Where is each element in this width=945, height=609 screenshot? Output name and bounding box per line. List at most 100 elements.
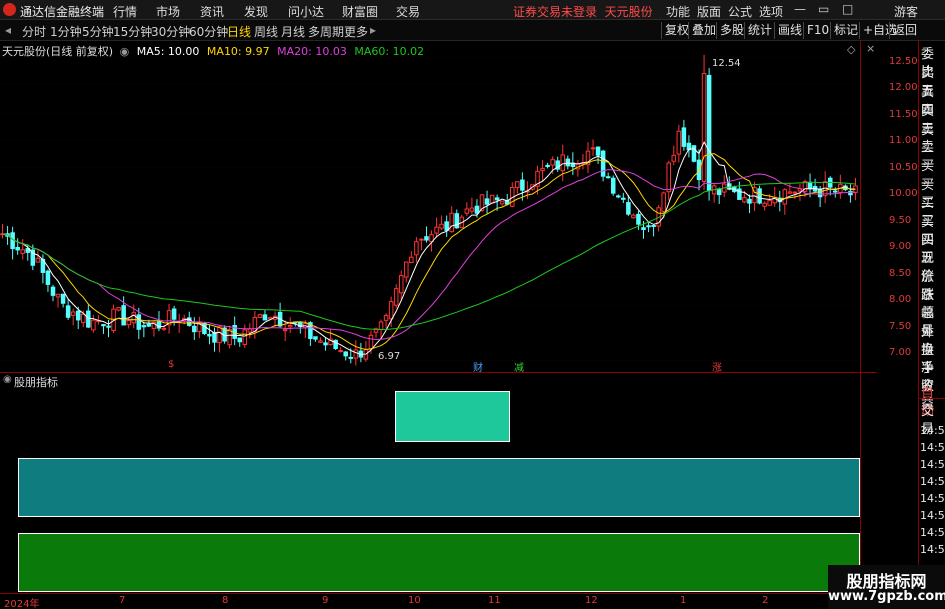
candle-body <box>520 179 525 191</box>
stats-button[interactable]: 统计 <box>744 22 775 39</box>
candle-body <box>676 130 682 155</box>
candle-body <box>126 320 131 326</box>
tab-period-60min[interactable]: 60分钟 <box>189 23 228 40</box>
candle-body <box>767 200 772 206</box>
back-button[interactable]: 返回 <box>889 22 920 39</box>
candle-body <box>409 256 414 264</box>
more-arrow-icon[interactable]: ▸ <box>370 23 376 37</box>
price-axis: 12.50 12.00 11.50 11.00 10.50 10.00 9.50… <box>860 41 918 371</box>
candle-body <box>237 337 243 343</box>
multi-stock-button[interactable]: 多股 <box>716 22 747 39</box>
candle-body <box>388 301 394 320</box>
candle-body <box>474 205 480 214</box>
maximize-icon[interactable]: □ <box>842 2 853 16</box>
candle-body <box>368 334 374 350</box>
tab-period-month[interactable]: 月线 <box>281 23 305 40</box>
xtick: 2 <box>762 595 769 606</box>
quote-info-panel: 委比 卖五 卖四 卖三 卖二 卖一 买一 买二 买三 买四 买五 现价 涨跌 涨… <box>918 41 945 609</box>
tab-period-day[interactable]: 日线 <box>227 23 251 40</box>
menu-quotes[interactable]: 行情 <box>113 3 137 20</box>
candle-body <box>444 221 449 231</box>
menu-wealth[interactable]: 财富圈 <box>342 3 378 20</box>
candle-body <box>414 241 419 256</box>
restore-icon[interactable]: ▭ <box>818 2 829 16</box>
ma60-line <box>2 181 856 330</box>
candle-body <box>398 275 404 294</box>
tab-period-week[interactable]: 周线 <box>254 23 278 40</box>
ytick: 10.50 <box>889 162 918 173</box>
tab-period-1min[interactable]: 1分钟 <box>50 23 82 40</box>
menu-layout[interactable]: 版面 <box>697 3 721 20</box>
xtick: 8 <box>222 595 229 606</box>
menu-options[interactable]: 选项 <box>759 3 783 20</box>
xtick: 2024年 <box>4 599 40 609</box>
draw-button[interactable]: 画线 <box>774 22 805 39</box>
candle-body <box>136 314 142 330</box>
f10-button[interactable]: F10 <box>803 22 832 39</box>
trade-time: 14:56 <box>920 475 945 488</box>
candle-body <box>691 145 697 162</box>
candle-body <box>550 159 555 166</box>
candle-body <box>101 324 106 327</box>
candle-body <box>393 288 399 306</box>
candle-body <box>454 213 460 229</box>
candle-body <box>590 147 596 150</box>
menu-formula[interactable]: 公式 <box>728 3 752 20</box>
candle-body <box>207 334 212 337</box>
mark-button[interactable]: 标记 <box>830 22 861 39</box>
candle-body <box>353 349 359 359</box>
candle-body <box>742 197 747 203</box>
xtick: 7 <box>119 595 126 606</box>
candle-body <box>706 74 712 192</box>
candle-body <box>171 308 177 320</box>
candle-body <box>615 195 621 198</box>
kline-chart[interactable]: 天元股份(日线 前复权) ◉ MA5: 10.00 MA10: 9.97 MA2… <box>0 41 877 374</box>
tab-period-15min[interactable]: 15分钟 <box>113 23 152 40</box>
candle-body <box>131 312 137 324</box>
trade-time: 14:56 <box>920 526 945 539</box>
left-arrow-icon[interactable]: ◂ <box>5 23 11 37</box>
candle-body <box>227 328 232 346</box>
candle-body <box>20 249 25 254</box>
candle-body <box>35 257 41 263</box>
guest-user[interactable]: 游客 <box>894 3 918 20</box>
sub-axis-divider <box>860 371 861 593</box>
minimize-icon[interactable]: — <box>794 2 806 16</box>
menu-function[interactable]: 功能 <box>666 3 690 20</box>
candle-body <box>716 188 722 196</box>
candle-body <box>146 323 152 327</box>
menu-discover[interactable]: 发现 <box>244 3 268 20</box>
tab-period-more[interactable]: 更多 <box>344 23 368 40</box>
menu-ask[interactable]: 问小达 <box>288 3 324 20</box>
candle-body <box>323 342 328 346</box>
trade-time: 14:56 <box>920 441 945 454</box>
candle-body <box>70 311 76 316</box>
candle-body <box>621 197 626 200</box>
candle-body <box>747 198 752 204</box>
candle-body <box>792 191 798 194</box>
high-price-label: 12.54 <box>712 58 741 69</box>
tab-period-multi[interactable]: 多周期 <box>308 23 344 40</box>
app-logo-icon <box>3 3 16 16</box>
candle-body <box>600 150 606 177</box>
period-toolbar: ◂ 分时 1分钟 5分钟 15分钟 30分钟 60分钟 日线 周线 月线 多周期… <box>0 20 945 41</box>
ytick: 8.00 <box>889 294 912 305</box>
candle-body <box>439 223 444 229</box>
candle-body <box>833 190 838 193</box>
overlay-button[interactable]: 叠加 <box>688 22 719 39</box>
login-status[interactable]: 证券交易未登录 天元股份 <box>513 3 653 20</box>
stock-name: 天元股份 <box>604 5 653 19</box>
menu-market[interactable]: 市场 <box>156 3 180 20</box>
app-name: 通达信金融终端 <box>20 5 105 19</box>
tab-period-5min[interactable]: 5分钟 <box>82 23 114 40</box>
candle-body <box>383 314 389 321</box>
candle-body <box>141 325 147 328</box>
tab-period-fenshi[interactable]: 分时 <box>22 23 46 40</box>
trade-time: 14:56 <box>920 492 945 505</box>
settings-circle-icon[interactable]: ◉ <box>3 374 12 385</box>
tab-period-30min[interactable]: 30分钟 <box>151 23 190 40</box>
candle-body <box>50 286 56 296</box>
menu-news[interactable]: 资讯 <box>200 3 224 20</box>
menu-trade[interactable]: 交易 <box>396 3 420 20</box>
candle-body <box>343 351 348 357</box>
